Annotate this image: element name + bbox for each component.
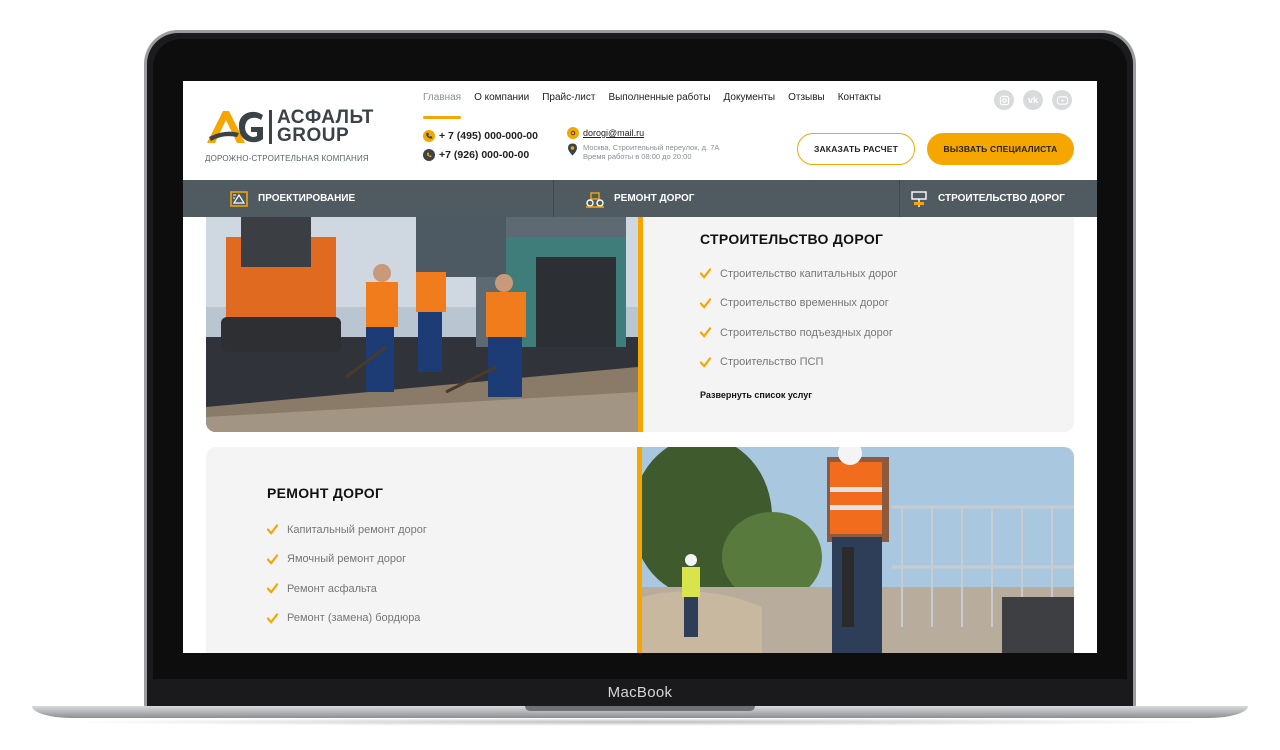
- laptop-base-notch: [525, 706, 755, 711]
- checkmark-icon: [700, 327, 711, 339]
- nav-item-reviews[interactable]: Отзывы: [788, 92, 825, 112]
- nav-item-home[interactable]: Главная: [423, 92, 462, 119]
- contact-block: dorogi@mail.ru Москва, Строительный пере…: [567, 126, 719, 161]
- list-item[interactable]: Строительство капитальных дорог: [700, 259, 897, 289]
- service-tab-design[interactable]: ПРОЕКТИРОВАНИЕ: [229, 180, 355, 217]
- blueprint-icon: [230, 190, 248, 207]
- checkmark-icon: [700, 298, 711, 309]
- checkmark-icon: [700, 268, 711, 280]
- main-nav: Главная О компании Прайс-лист Выполненны…: [423, 92, 881, 119]
- construction-service-item: Строительство капитальных дорог: [720, 267, 898, 280]
- construction-service-item: Строительство ПСП: [720, 356, 824, 369]
- checkmark-icon: [267, 554, 278, 565]
- call-specialist-button[interactable]: ВЫЗВАТЬ СПЕЦИАЛИСТА: [927, 133, 1074, 165]
- construction-services-list: Строительство капитальных дорог Строител…: [700, 259, 897, 377]
- construction-title: СТРОИТЕЛЬСТВО ДОРОГ: [700, 231, 884, 247]
- vk-icon[interactable]: vk: [1023, 90, 1043, 110]
- whatsapp-icon: [423, 148, 435, 161]
- device-brand-label: MacBook: [607, 684, 673, 701]
- service-tab-construction-label: СТРОИТЕЛЬСТВО ДОРОГ: [938, 193, 1065, 204]
- nav-item-price-list[interactable]: Прайс-лист: [542, 92, 595, 112]
- list-item[interactable]: Строительство временных дорог: [700, 289, 897, 319]
- repair-title: РЕМОНТ ДОРОГ: [267, 485, 384, 501]
- logo-divider: [269, 110, 272, 144]
- phone-row-1[interactable]: + 7 (495) 000-000-00: [423, 126, 538, 145]
- phone-1: + 7 (495) 000-000-00: [439, 129, 538, 142]
- list-item[interactable]: Строительство ПСП: [700, 348, 897, 378]
- list-item[interactable]: Ямочный ремонт дорог: [267, 545, 427, 575]
- accent-stripe: [638, 217, 643, 432]
- list-item[interactable]: Строительство подъездных дорог: [700, 318, 897, 348]
- location-pin-icon: [568, 143, 577, 156]
- site-logo[interactable]: АСФАЛЬТ GROUP ДОРОЖНО-СТРОИТЕЛЬНАЯ КОМПА…: [205, 107, 395, 167]
- phone-2: +7 (926) 000-00-00: [439, 148, 530, 161]
- construction-service-item: Строительство временных дорог: [720, 297, 889, 310]
- checkmark-icon: [267, 583, 278, 595]
- repair-services-list: Капитальный ремонт дорог Ямочный ремонт …: [267, 515, 427, 633]
- service-tab-repair[interactable]: РЕМОНТ ДОРОГ: [585, 180, 694, 217]
- services-divider: [553, 180, 554, 217]
- site-header: АСФАЛЬТ GROUP ДОРОЖНО-СТРОИТЕЛЬНАЯ КОМПА…: [183, 81, 1097, 180]
- list-item[interactable]: Ремонт (замена) бордюра: [267, 604, 427, 634]
- repair-card: РЕМОНТ ДОРОГ Капитальный ремонт дорог Ям…: [206, 447, 1074, 653]
- checkmark-icon: [267, 524, 278, 536]
- ag-logo-icon: [207, 111, 263, 143]
- construction-card: СТРОИТЕЛЬСТВО ДОРОГ Строительство капита…: [206, 217, 1074, 432]
- email-icon: [567, 127, 579, 139]
- website-screen: АСФАЛЬТ GROUP ДОРОЖНО-СТРОИТЕЛЬНАЯ КОМПА…: [183, 81, 1097, 653]
- order-calculation-button[interactable]: ЗАКАЗАТЬ РАСЧЕТ: [797, 133, 915, 165]
- youtube-icon[interactable]: [1052, 90, 1072, 110]
- laptop-shadow: [60, 718, 1220, 726]
- repair-service-item: Ремонт асфальта: [287, 582, 377, 595]
- checkmark-icon: [267, 613, 278, 624]
- instagram-icon[interactable]: [994, 90, 1014, 110]
- email-link[interactable]: dorogi@mail.ru: [567, 126, 719, 140]
- address-row: Москва, Строительный переулок, д. 7А Вре…: [567, 143, 719, 161]
- expand-services-link[interactable]: Развернуть список услуг: [700, 390, 812, 400]
- nav-item-about[interactable]: О компании: [474, 92, 529, 112]
- road-roller-icon: [586, 191, 604, 208]
- service-tab-construction[interactable]: СТРОИТЕЛЬСТВО ДОРОГ: [909, 180, 1065, 217]
- list-item[interactable]: Капитальный ремонт дорог: [267, 515, 427, 545]
- email-address: dorogi@mail.ru: [583, 128, 645, 138]
- logo-tagline: ДОРОЖНО-СТРОИТЕЛЬНАЯ КОМПАНИЯ: [205, 154, 369, 163]
- laptop-hinge: MacBook: [147, 679, 1133, 706]
- repair-service-item: Ямочный ремонт дорог: [287, 553, 407, 566]
- road-paving-photo: [206, 217, 638, 432]
- nav-item-contacts[interactable]: Контакты: [838, 92, 881, 112]
- checkmark-icon: [700, 357, 711, 368]
- phone-block: + 7 (495) 000-000-00 +7 (926) 000-00-00: [423, 126, 538, 164]
- services-divider: [899, 180, 900, 217]
- address-text: Москва, Строительный переулок, д. 7А: [583, 143, 720, 152]
- repair-service-item: Ремонт (замена) бордюра: [287, 612, 421, 625]
- logo-line2: GROUP: [277, 125, 350, 146]
- construction-service-item: Строительство подъездных дорог: [720, 326, 893, 339]
- service-tab-design-label: ПРОЕКТИРОВАНИЕ: [258, 193, 356, 204]
- service-tab-repair-label: РЕМОНТ ДОРОГ: [614, 193, 695, 204]
- phone-icon: [423, 129, 435, 142]
- social-links: vk: [994, 90, 1072, 110]
- nav-item-completed-works[interactable]: Выполненные работы: [608, 92, 710, 112]
- repair-service-item: Капитальный ремонт дорог: [287, 523, 427, 536]
- jackhammer-worker-photo: [642, 447, 1074, 653]
- list-item[interactable]: Ремонт асфальта: [267, 574, 427, 604]
- nav-item-documents[interactable]: Документы: [724, 92, 776, 112]
- phone-row-2[interactable]: +7 (926) 000-00-00: [423, 145, 538, 164]
- working-hours: Время работы в 08:00 до 20:00: [583, 152, 692, 161]
- road-sign-icon: [911, 190, 927, 207]
- services-bar: ПРОЕКТИРОВАНИЕ РЕМОНТ ДОРОГ СТРОИТЕЛЬСТВ…: [183, 180, 1097, 217]
